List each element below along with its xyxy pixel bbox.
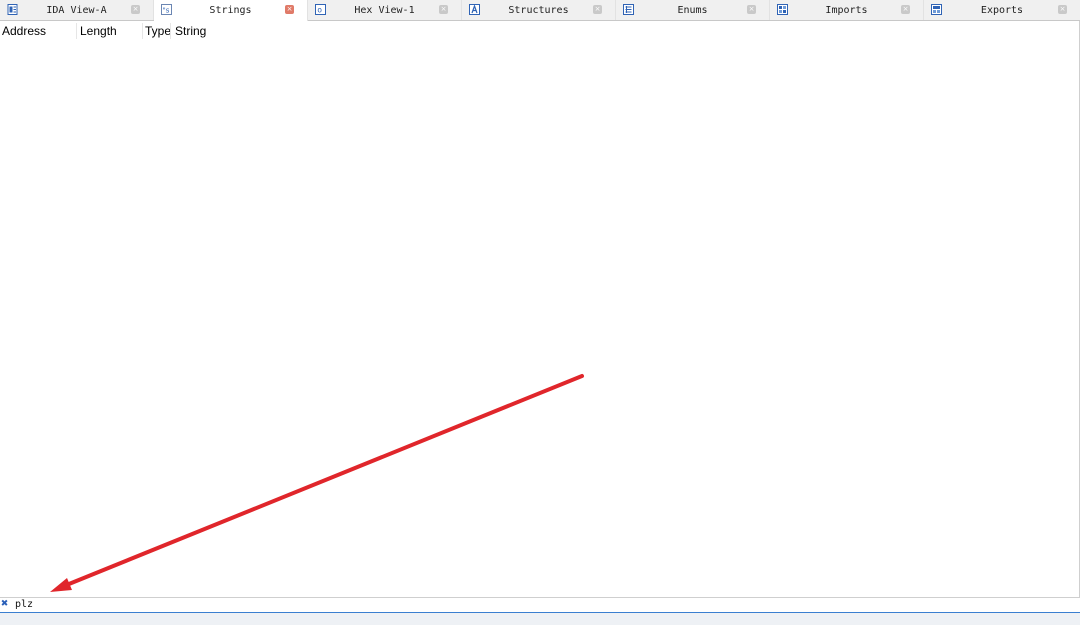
- column-header-string[interactable]: String: [175, 22, 206, 40]
- column-divider[interactable]: [170, 23, 171, 39]
- ida-window: IDA View-A × "s Strings × o Hex View-1 ×…: [0, 0, 1080, 625]
- enums-icon: [623, 4, 634, 15]
- tab-strings[interactable]: "s Strings ×: [154, 0, 308, 21]
- tab-label: Strings: [209, 4, 252, 16]
- close-icon[interactable]: ×: [901, 5, 910, 14]
- structures-icon: [469, 4, 480, 15]
- tab-hex-view-1[interactable]: o Hex View-1 ×: [308, 0, 462, 20]
- tab-bar: IDA View-A × "s Strings × o Hex View-1 ×…: [0, 0, 1080, 21]
- close-icon[interactable]: ×: [285, 5, 294, 14]
- tab-label: Enums: [677, 4, 708, 16]
- tab-imports[interactable]: Imports ×: [770, 0, 924, 20]
- column-header-address[interactable]: Address: [2, 22, 46, 40]
- tab-ida-view-a[interactable]: IDA View-A ×: [0, 0, 154, 20]
- tab-label: Structures: [508, 4, 569, 16]
- hex-view-icon: o: [315, 4, 326, 15]
- close-icon[interactable]: ×: [439, 5, 448, 14]
- tab-enums[interactable]: Enums ×: [616, 0, 770, 20]
- close-icon[interactable]: ×: [1058, 5, 1067, 14]
- close-icon[interactable]: ×: [131, 5, 140, 14]
- tab-exports[interactable]: Exports ×: [924, 0, 1080, 20]
- tab-label: IDA View-A: [46, 4, 107, 16]
- imports-icon: [777, 4, 788, 15]
- tab-label: Imports: [825, 4, 868, 16]
- exports-icon: [931, 4, 942, 15]
- close-icon[interactable]: ✖: [0, 599, 9, 610]
- tab-label: Exports: [980, 4, 1024, 16]
- tab-structures[interactable]: Structures ×: [462, 0, 616, 20]
- column-divider[interactable]: [76, 23, 77, 39]
- disassembly-view-icon: [7, 4, 18, 15]
- svg-text:"s: "s: [163, 7, 170, 15]
- strings-window[interactable]: Address Length Type String: [0, 21, 1080, 598]
- column-header-length[interactable]: Length: [80, 22, 117, 40]
- strings-icon: "s: [161, 4, 172, 15]
- close-icon[interactable]: ×: [593, 5, 602, 14]
- filter-input[interactable]: [12, 598, 415, 612]
- close-icon[interactable]: ×: [747, 5, 756, 14]
- status-bar: [0, 613, 1080, 625]
- column-header-type[interactable]: Type: [145, 22, 171, 40]
- quick-filter-bar: ✖: [0, 598, 1080, 613]
- tab-label: Hex View-1: [354, 4, 415, 16]
- column-divider[interactable]: [142, 23, 143, 39]
- svg-text:o: o: [317, 6, 322, 15]
